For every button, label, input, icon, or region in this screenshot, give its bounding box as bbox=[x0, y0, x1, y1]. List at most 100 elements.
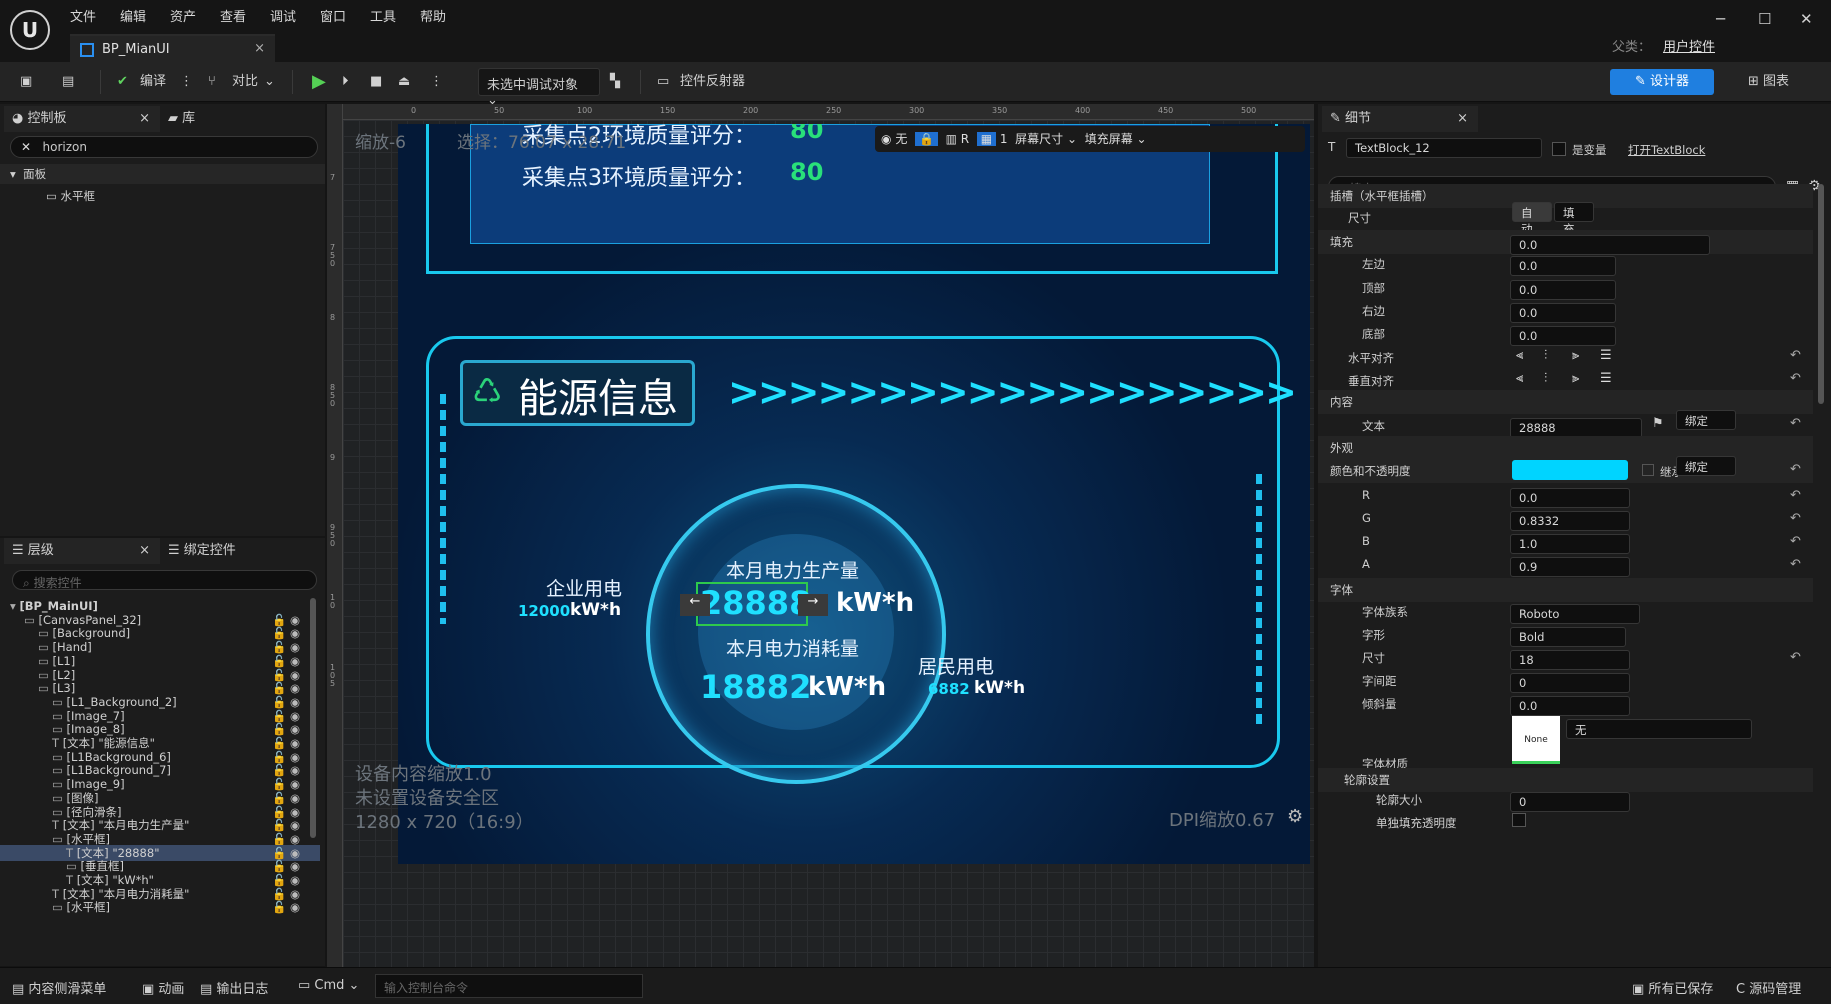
valign-option-icon[interactable]: ⫶ bbox=[1544, 371, 1547, 386]
designer-canvas[interactable]: 05010015020025030035040045050055 77 5 08… bbox=[327, 104, 1314, 967]
debug-target-dropdown[interactable]: 未选中调试对象 ⌄ bbox=[478, 68, 600, 108]
reset-icon[interactable]: ↶ bbox=[1790, 462, 1801, 477]
tab-bind-widgets[interactable]: ☰ 绑定控件 bbox=[168, 538, 308, 564]
debug-browse-icon[interactable]: ▚ bbox=[610, 70, 620, 94]
details-scrollbar[interactable] bbox=[1818, 184, 1824, 404]
hierarchy-item[interactable]: ▭ [水平框] 🔓 ◉ bbox=[0, 899, 320, 915]
designer-mode-button[interactable]: ✎ 设计器 bbox=[1610, 69, 1714, 95]
tab-details[interactable]: ✎ 细节 × bbox=[1322, 106, 1478, 132]
graph-mode-button[interactable]: ⊞ 图表 bbox=[1748, 70, 1789, 94]
output-log-button[interactable]: ▤ 输出日志 bbox=[200, 978, 268, 997]
reset-icon[interactable]: ↶ bbox=[1790, 371, 1801, 386]
play-icon[interactable]: ▶ bbox=[312, 70, 326, 94]
reset-icon[interactable]: ↶ bbox=[1790, 557, 1801, 572]
reset-icon[interactable]: ↶ bbox=[1790, 534, 1801, 549]
source-control-status[interactable]: C 源码管理 bbox=[1736, 978, 1801, 997]
font-family-dropdown[interactable]: Roboto bbox=[1510, 604, 1640, 624]
grid-snap-icon[interactable]: ▦ bbox=[976, 132, 997, 146]
size-auto-button[interactable]: 自动 bbox=[1512, 202, 1552, 236]
production-value[interactable]: 28888 bbox=[700, 584, 811, 622]
material-thumbnail[interactable]: None bbox=[1512, 716, 1560, 764]
tab-hierarchy[interactable]: ☰ 层级 × bbox=[4, 538, 160, 564]
close-icon[interactable]: × bbox=[139, 538, 150, 564]
cmd-dropdown[interactable]: ▭ Cmd ⌄ bbox=[298, 978, 359, 993]
menu-debug[interactable]: 调试 bbox=[270, 6, 296, 25]
diff-icon[interactable]: ⑂ bbox=[208, 70, 216, 94]
halign-option-icon[interactable]: ⫶ bbox=[1544, 348, 1547, 363]
save-all-status[interactable]: ▣ 所有已保存 bbox=[1632, 978, 1713, 997]
compile-button[interactable]: 编译 bbox=[140, 70, 166, 94]
tab-library[interactable]: ▰ 库 bbox=[168, 106, 288, 132]
close-tab-icon[interactable]: × bbox=[254, 41, 265, 56]
scrollbar[interactable] bbox=[310, 598, 316, 838]
color-r-field[interactable]: 0.0 bbox=[1510, 488, 1630, 508]
color-b-field[interactable]: 1.0 bbox=[1510, 534, 1630, 554]
text-value-field[interactable]: 28888 bbox=[1510, 418, 1642, 438]
eye-icon[interactable]: ◉ bbox=[290, 899, 300, 915]
clear-search-icon[interactable]: ✕ bbox=[21, 140, 31, 154]
valign-option-icon[interactable]: ☰ bbox=[1600, 371, 1612, 386]
tab-palette[interactable]: ◕ 控制板 × bbox=[4, 106, 160, 132]
outline-size-field[interactable]: 0 bbox=[1510, 792, 1630, 812]
padding-left-field[interactable]: 0.0 bbox=[1510, 256, 1616, 276]
arrow-left-icon[interactable]: ← bbox=[680, 594, 710, 616]
text-bind-dropdown[interactable]: 绑定 bbox=[1676, 410, 1736, 430]
grid-snap-value[interactable]: 1 bbox=[1000, 132, 1008, 146]
reset-icon[interactable]: ↶ bbox=[1790, 650, 1801, 665]
r-toggle[interactable]: R bbox=[961, 132, 969, 146]
font-size-field[interactable]: 18 bbox=[1510, 650, 1630, 670]
play-options-icon[interactable]: ⋮ bbox=[430, 70, 443, 94]
globe-icon[interactable]: ◉ bbox=[881, 132, 891, 146]
arrow-right-icon[interactable]: → bbox=[798, 594, 828, 616]
browse-icon[interactable]: ▤ bbox=[62, 70, 74, 94]
padding-right-field[interactable]: 0.0 bbox=[1510, 303, 1616, 323]
palette-item-horizontal-box[interactable]: ▭ 水平框 bbox=[46, 188, 95, 204]
eject-icon[interactable]: ⏏ bbox=[398, 70, 410, 94]
chevron-down-icon[interactable]: ⌄ bbox=[264, 70, 275, 94]
respect-locks-icon[interactable]: ▥ bbox=[946, 132, 957, 146]
console-input[interactable]: 输入控制台命令 bbox=[375, 974, 643, 998]
diff-button[interactable]: 对比 bbox=[232, 70, 258, 94]
localization-none[interactable]: 无 bbox=[895, 132, 907, 146]
dpi-settings-icon[interactable]: ⚙ bbox=[1287, 806, 1303, 827]
property-section[interactable]: 外观 bbox=[1318, 436, 1813, 460]
save-icon[interactable]: ▣ bbox=[20, 70, 32, 94]
reset-icon[interactable]: ↶ bbox=[1790, 348, 1801, 363]
close-icon[interactable]: × bbox=[1457, 106, 1468, 132]
stop-icon[interactable]: ■ bbox=[370, 70, 382, 94]
animation-button[interactable]: ▣ 动画 bbox=[142, 978, 184, 997]
reset-icon[interactable]: ↶ bbox=[1790, 416, 1801, 431]
material-dropdown[interactable]: 无 bbox=[1566, 719, 1752, 739]
fill-screen-dropdown[interactable]: 填充屏幕 bbox=[1085, 132, 1133, 146]
size-fill-button[interactable]: 填充 bbox=[1554, 202, 1594, 236]
menu-view[interactable]: 查看 bbox=[220, 6, 246, 25]
reset-icon[interactable]: ↶ bbox=[1790, 511, 1801, 526]
valign-option-icon[interactable]: ⫷ bbox=[1516, 371, 1523, 386]
maximize-icon[interactable]: ☐ bbox=[1758, 10, 1771, 28]
halign-option-icon[interactable]: ☰ bbox=[1600, 348, 1612, 363]
open-textblock-link[interactable]: 打开TextBlock bbox=[1628, 142, 1705, 158]
menu-help[interactable]: 帮助 bbox=[420, 6, 446, 25]
valign-option-icon[interactable]: ⫸ bbox=[1572, 371, 1579, 386]
unreal-logo-icon[interactable]: U bbox=[10, 10, 50, 50]
compile-options-icon[interactable]: ⋮ bbox=[180, 70, 193, 94]
compile-icon[interactable]: ✔ bbox=[117, 70, 128, 94]
menu-file[interactable]: 文件 bbox=[70, 6, 96, 25]
padding-field[interactable]: 0.0 bbox=[1510, 235, 1710, 255]
menu-edit[interactable]: 编辑 bbox=[120, 6, 146, 25]
hierarchy-search-input[interactable]: ⌕ 搜索控件 bbox=[12, 570, 317, 590]
color-a-field[interactable]: 0.9 bbox=[1510, 557, 1630, 577]
widget-reflector-button[interactable]: 控件反射器 bbox=[680, 70, 745, 94]
screen-size-dropdown[interactable]: 屏幕尺寸 bbox=[1015, 132, 1063, 146]
widget-name-field[interactable]: TextBlock_12 bbox=[1346, 138, 1542, 158]
color-g-field[interactable]: 0.8332 bbox=[1510, 511, 1630, 531]
halign-option-icon[interactable]: ⫸ bbox=[1572, 348, 1579, 363]
widget-reflector-icon[interactable]: ▭ bbox=[657, 70, 669, 94]
close-icon[interactable]: × bbox=[139, 106, 150, 132]
parent-class-link[interactable]: 用户控件 bbox=[1663, 36, 1715, 55]
menu-tools[interactable]: 工具 bbox=[370, 6, 396, 25]
localize-flag-icon[interactable]: ⚑ bbox=[1652, 416, 1664, 431]
reset-icon[interactable]: ↶ bbox=[1790, 488, 1801, 503]
halign-option-icon[interactable]: ⫷ bbox=[1516, 348, 1523, 363]
document-tab[interactable]: BP_MianUI × bbox=[70, 34, 275, 62]
